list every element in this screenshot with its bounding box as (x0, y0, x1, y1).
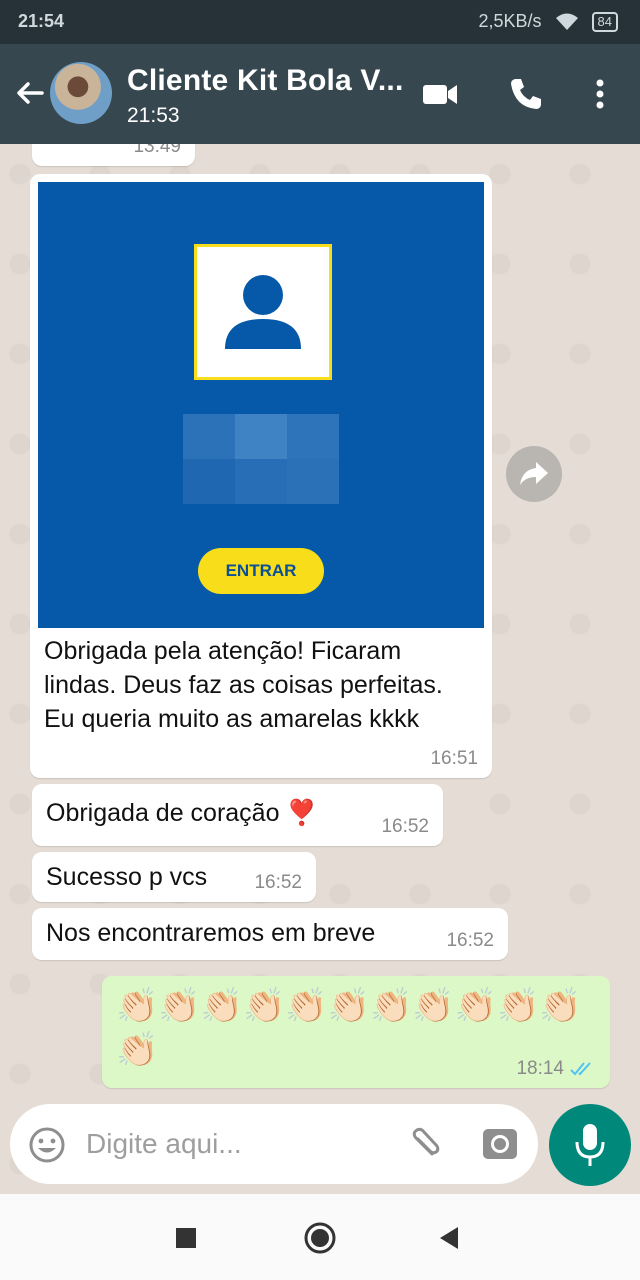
forward-icon (520, 462, 548, 485)
nav-circle-icon[interactable] (300, 1218, 340, 1258)
message-bubble[interactable]: Obrigada de coração ❣️ 16:52 (32, 784, 443, 846)
pixelated-area (183, 414, 339, 504)
video-call-icon[interactable] (420, 74, 460, 114)
back-arrow-icon[interactable] (12, 76, 48, 112)
outgoing-message-bubble[interactable]: 👏🏻👏🏻👏🏻👏🏻👏🏻👏🏻👏🏻👏🏻👏🏻👏🏻👏🏻👏🏻 18:14 (102, 976, 610, 1088)
status-right: 2,5KB/s 84 (478, 11, 618, 32)
entrar-button: ENTRAR (198, 548, 324, 594)
camera-icon[interactable] (480, 1124, 520, 1164)
message-meta: 18:14 (516, 1058, 596, 1080)
message-text: Sucesso p vcs (46, 863, 208, 891)
wifi-icon (555, 13, 578, 30)
message-text: Nos encontraremos em breve (46, 919, 376, 947)
system-navigation-bar (0, 1194, 640, 1280)
message-time: 16:51 (430, 748, 478, 769)
last-seen: 21:53 (127, 104, 180, 127)
network-speed: 2,5KB/s (478, 11, 542, 31)
profile-card (194, 244, 332, 380)
emoji-icon[interactable] (28, 1126, 66, 1164)
message-bubble-partial[interactable]: 13:49 (32, 144, 195, 166)
message-bubble[interactable]: Nos encontraremos em breve 16:52 (32, 908, 508, 960)
forward-button[interactable] (506, 446, 562, 502)
message-time: 16:52 (446, 930, 494, 951)
message-bubble[interactable]: Sucesso p vcs 16:52 (32, 852, 316, 902)
status-bar: 21:54 2,5KB/s 84 (0, 0, 640, 44)
chat-header: Cliente Kit Bola V... 21:53 (0, 44, 640, 144)
status-time: 21:54 (18, 11, 65, 31)
contact-avatar[interactable] (50, 62, 112, 124)
message-text: Obrigada de coração ❣️ (46, 799, 318, 827)
message-time: 18:14 (516, 1058, 564, 1079)
battery-indicator: 84 (591, 11, 618, 32)
message-time: 16:52 (254, 872, 302, 893)
image-message-bubble[interactable]: ENTRAR Obrigada pela atenção! Ficaram li… (30, 174, 492, 778)
user-icon (225, 275, 301, 349)
message-image[interactable]: ENTRAR (38, 182, 484, 628)
message-input[interactable]: Digite aqui... (86, 1128, 242, 1160)
message-text: Obrigada pela atenção! Ficaram lindas. D… (44, 637, 443, 733)
mic-icon (575, 1124, 605, 1166)
message-time: 13:49 (133, 144, 181, 157)
nav-back-icon[interactable] (430, 1218, 470, 1258)
chat-area[interactable]: 13:49 ENTRAR Obrigada pela atenção! Fica… (0, 144, 640, 1194)
phone-icon[interactable] (506, 74, 546, 114)
mic-button[interactable] (549, 1104, 631, 1186)
message-input-bar[interactable]: Digite aqui... (10, 1104, 538, 1184)
message-time: 16:52 (381, 816, 429, 837)
nav-square-icon[interactable] (166, 1218, 206, 1258)
attach-icon[interactable] (404, 1124, 444, 1164)
contact-name[interactable]: Cliente Kit Bola V... (127, 64, 404, 98)
more-icon[interactable] (580, 74, 620, 114)
read-ticks-icon (570, 1062, 591, 1076)
